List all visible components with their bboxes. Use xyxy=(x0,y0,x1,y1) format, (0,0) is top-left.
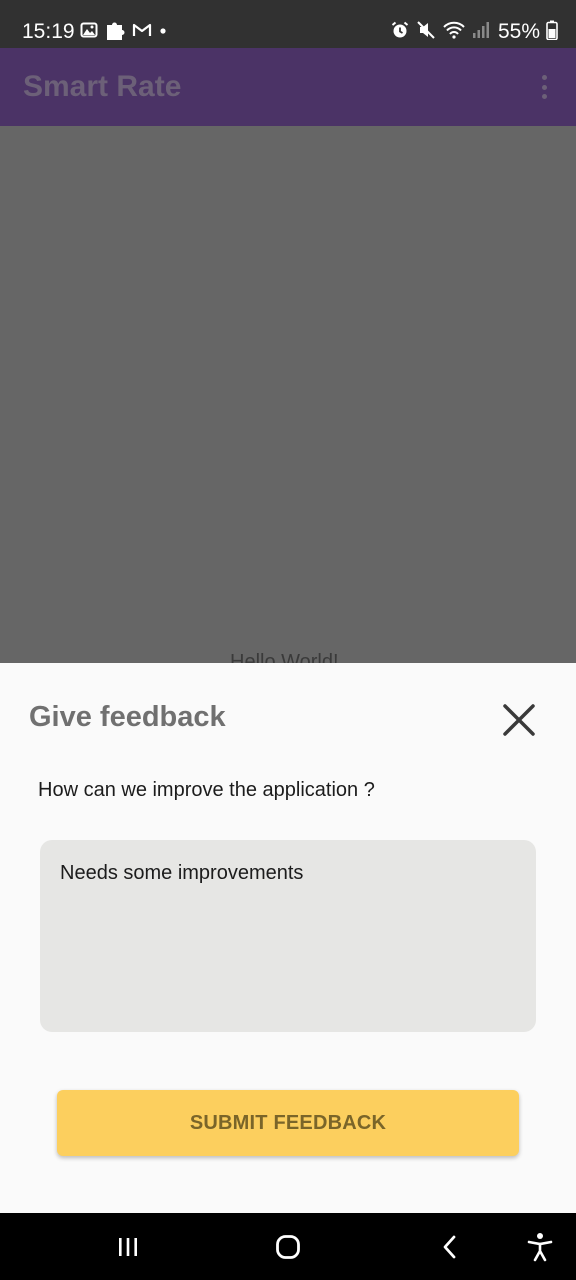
back-icon[interactable] xyxy=(432,1229,468,1265)
system-status-icons: 55% xyxy=(390,18,558,46)
dot-icon xyxy=(158,23,168,41)
mute-icon xyxy=(416,20,436,45)
home-icon[interactable] xyxy=(270,1229,306,1265)
status-time: 15:19 xyxy=(22,20,75,43)
app-bar: Smart Rate xyxy=(0,48,576,126)
accessibility-icon[interactable] xyxy=(522,1229,558,1265)
feedback-question: How can we improve the application ? xyxy=(38,779,375,801)
close-icon[interactable] xyxy=(498,699,540,741)
notification-icons xyxy=(80,18,168,46)
gmail-icon xyxy=(132,22,152,43)
feedback-bottom-sheet: Give feedback How can we improve the app… xyxy=(0,663,576,1213)
battery-percent: 55% xyxy=(497,20,540,43)
recents-icon[interactable] xyxy=(110,1229,146,1265)
scrim-overlay[interactable] xyxy=(0,126,576,663)
app-title: Smart Rate xyxy=(23,70,182,103)
signal-icon xyxy=(472,21,490,44)
sheet-title: Give feedback xyxy=(29,701,226,733)
navigation-bar xyxy=(0,1213,576,1280)
puzzle-icon xyxy=(104,19,126,46)
more-vert-icon[interactable] xyxy=(534,72,554,102)
feedback-input[interactable]: Needs some improvements xyxy=(40,840,536,1032)
status-bar: 15:19 55% xyxy=(0,0,576,48)
battery-icon xyxy=(546,20,558,45)
wifi-icon xyxy=(442,20,466,45)
submit-feedback-button[interactable]: SUBMIT FEEDBACK xyxy=(57,1090,519,1156)
alarm-icon xyxy=(390,20,410,45)
gallery-icon xyxy=(80,21,98,44)
